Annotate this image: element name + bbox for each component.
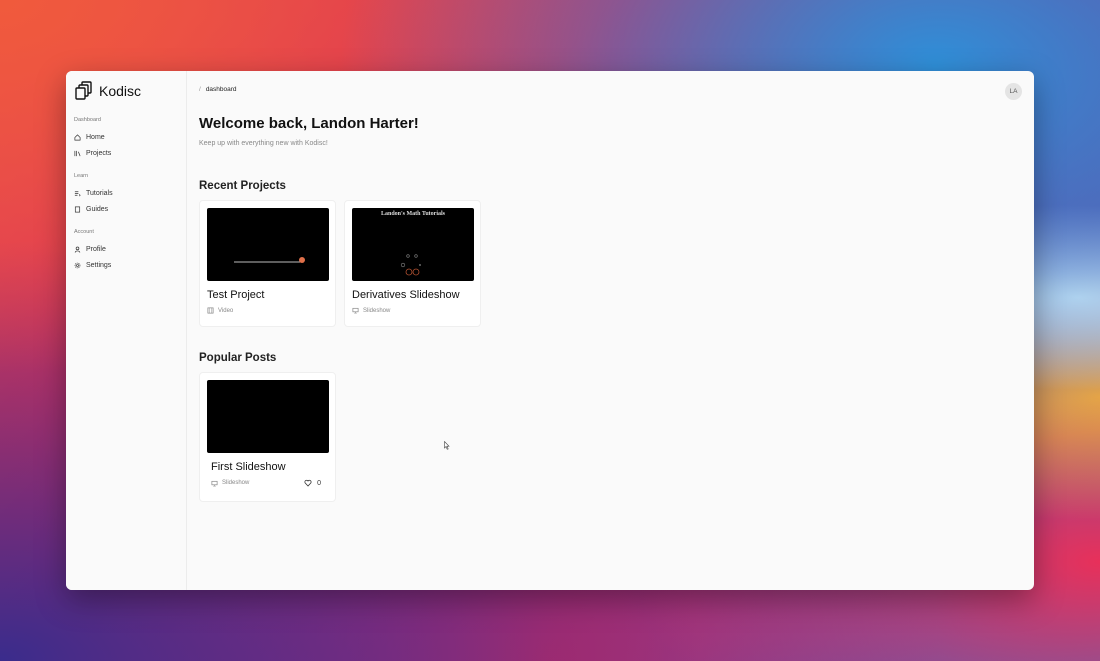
page-subtitle: Keep up with everything new with Kodisc! (199, 140, 328, 147)
gear-icon (74, 262, 81, 268)
like-count: 0 (317, 479, 321, 487)
sidebar-item-profile[interactable]: Profile (74, 241, 186, 257)
project-card-derivatives-slideshow[interactable]: Landon's Math Tutorials Derivatives Slid… (344, 200, 481, 327)
video-thumbnail-graphic (234, 257, 305, 263)
page-title: Welcome back, Landon Harter! (199, 115, 419, 132)
project-card-test-project[interactable]: Test Project Video (199, 200, 336, 327)
sidebar-item-label: Home (86, 133, 105, 141)
film-icon (207, 307, 214, 314)
nav-section-dashboard: Dashboard Home Projects (74, 117, 186, 161)
nav-heading: Dashboard (74, 117, 101, 123)
card-type: Video (218, 307, 234, 314)
book-icon (74, 206, 81, 212)
nav-heading: Learn (74, 173, 89, 179)
card-meta: Slideshow (352, 307, 473, 314)
recent-projects-heading: Recent Projects (199, 180, 286, 192)
breadcrumb-separator: / (199, 85, 201, 93)
monitor-icon (352, 307, 359, 314)
sidebar-item-projects[interactable]: Projects (74, 145, 186, 161)
card-meta: Video (207, 307, 328, 314)
card-title: Derivatives Slideshow (352, 289, 460, 301)
user-icon (74, 246, 81, 253)
heart-icon (304, 479, 312, 487)
sidebar-item-label: Profile (86, 245, 106, 253)
sidebar-item-label: Settings (86, 261, 112, 269)
popular-posts-heading: Popular Posts (199, 352, 277, 364)
card-title: First Slideshow (211, 461, 286, 473)
nav-section-account: Account Profile Settings (74, 229, 186, 273)
sidebar-item-guides[interactable]: Guides (74, 201, 186, 217)
post-card-first-slideshow[interactable]: First Slideshow Slideshow 0 (199, 372, 336, 502)
monitor-icon (211, 480, 218, 486)
tutorials-icon (74, 190, 81, 196)
sidebar-item-settings[interactable]: Settings (74, 257, 186, 273)
avatar[interactable]: LA (1005, 82, 1022, 100)
sidebar-item-label: Projects (86, 149, 112, 157)
logo[interactable]: Kodisc (75, 81, 186, 101)
recent-projects-list: Test Project Video Landon's Math Tutoria… (199, 200, 1022, 327)
slideshow-thumbnail-graphic (400, 254, 421, 276)
sidebar-item-label: Guides (86, 205, 109, 213)
card-meta: Slideshow 0 (211, 479, 321, 487)
main-content: / dashboard LA Welcome back, Landon Hart… (187, 71, 1034, 590)
popular-posts-list: First Slideshow Slideshow 0 (199, 372, 1022, 502)
like-button[interactable]: 0 (304, 479, 321, 487)
sidebar-item-label: Tutorials (86, 189, 113, 197)
sidebar: Kodisc Dashboard Home Projects Learn Tut… (66, 71, 187, 590)
mouse-cursor-icon (444, 441, 450, 450)
card-type: Slideshow (363, 307, 391, 314)
nav-section-learn: Learn Tutorials Guides (74, 173, 186, 217)
topbar: / dashboard LA (199, 82, 1022, 100)
project-thumbnail: Landon's Math Tutorials (352, 208, 474, 281)
projects-icon (74, 150, 81, 156)
card-title: Test Project (207, 289, 265, 301)
breadcrumb-current[interactable]: dashboard (206, 86, 237, 93)
nav-heading: Account (74, 229, 94, 235)
logo-icon (75, 81, 92, 100)
breadcrumb: / dashboard (199, 86, 237, 93)
home-icon (74, 133, 81, 140)
app-window: Kodisc Dashboard Home Projects Learn Tut… (66, 71, 1034, 590)
app-name: Kodisc (99, 83, 142, 99)
sidebar-item-tutorials[interactable]: Tutorials (74, 185, 186, 201)
card-type: Slideshow (222, 480, 250, 486)
project-thumbnail (207, 208, 329, 281)
sidebar-item-home[interactable]: Home (74, 129, 186, 145)
post-thumbnail (207, 380, 329, 453)
